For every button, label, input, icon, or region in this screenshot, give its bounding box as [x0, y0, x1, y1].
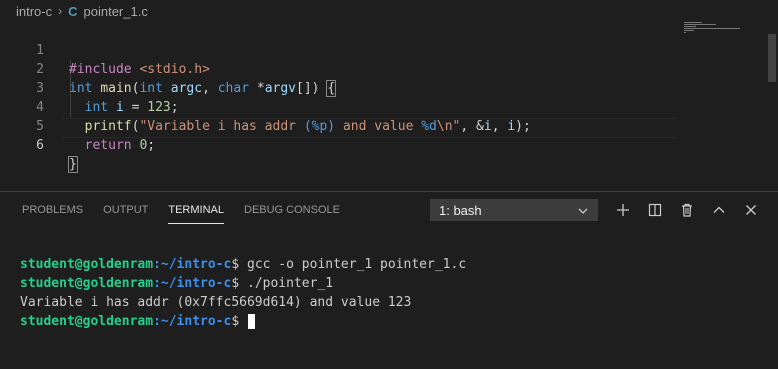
- code-line-3[interactable]: 3 int i = 123;: [0, 60, 178, 115]
- code-text: int i = 123;: [84, 100, 179, 115]
- code-line-1[interactable]: 1 #include <stdio.h>: [0, 22, 210, 77]
- terminal-output[interactable]: student@goldenram:~/intro-c$ gcc -o poin…: [20, 236, 466, 369]
- code-text: int main(int argc, char *argv[]) {: [69, 80, 337, 97]
- code-text: return 0;: [84, 138, 156, 153]
- panel-tabs: PROBLEMS OUTPUT TERMINAL DEBUG CONSOLE: [0, 192, 350, 228]
- terminal-select-value: 1: bash: [439, 203, 482, 218]
- terminal-line: student@goldenram:~/intro-c$: [20, 312, 466, 331]
- breadcrumb-file[interactable]: pointer_1.c: [84, 4, 148, 19]
- chevron-up-icon[interactable]: [708, 199, 730, 221]
- c-file-icon: C: [68, 3, 78, 19]
- bottom-panel: PROBLEMS OUTPUT TERMINAL DEBUG CONSOLE 1…: [0, 191, 778, 330]
- code-text: }: [68, 156, 78, 173]
- tab-output[interactable]: OUTPUT: [93, 192, 158, 228]
- terminal-line: Variable i has addr (0x7ffc5669d614) and…: [20, 293, 466, 312]
- chevron-right-icon: ›: [58, 4, 63, 18]
- prompt-dollar: $: [231, 276, 240, 291]
- split-icon[interactable]: [644, 199, 666, 221]
- prompt-path: :~/intro-c: [153, 314, 232, 329]
- code-line-4[interactable]: 4 printf("Variable i has addr (%p) and v…: [0, 79, 531, 134]
- prompt-path: :~/intro-c: [153, 276, 232, 291]
- terminal-command: gcc -o pointer_1 pointer_1.c: [239, 257, 467, 272]
- code-editor[interactable]: 1 #include <stdio.h> 2 int main(int argc…: [0, 22, 778, 190]
- terminal-cursor: [248, 314, 255, 329]
- prompt-user: student@goldenram: [20, 257, 154, 272]
- terminal-output-text: Variable i has addr (0x7ffc5669d614) and…: [20, 295, 412, 310]
- line-number: 6: [36, 138, 44, 153]
- minimap[interactable]: [684, 22, 764, 36]
- prompt-user: student@goldenram: [20, 314, 154, 329]
- prompt-dollar: $: [231, 314, 240, 329]
- code-text: #include <stdio.h>: [69, 62, 210, 77]
- prompt-user: student@goldenram: [20, 276, 154, 291]
- code-line-5[interactable]: 5 return 0;: [0, 98, 155, 153]
- close-icon[interactable]: [740, 199, 762, 221]
- plus-icon[interactable]: [612, 199, 634, 221]
- trash-icon[interactable]: [676, 199, 698, 221]
- terminal-command: ./pointer_1: [239, 276, 334, 291]
- code-line-2[interactable]: 2 int main(int argc, char *argv[]) {: [0, 41, 337, 97]
- prompt-dollar: $: [231, 257, 240, 272]
- code-line-6[interactable]: 6 }: [0, 117, 78, 173]
- chevron-down-icon: [577, 200, 589, 230]
- terminal-command: [239, 314, 247, 329]
- prompt-path: :~/intro-c: [153, 257, 232, 272]
- tab-terminal[interactable]: TERMINAL: [158, 192, 234, 228]
- code-text: printf("Variable i has addr (%p) and val…: [84, 119, 531, 134]
- tab-debug-console[interactable]: DEBUG CONSOLE: [234, 192, 350, 228]
- breadcrumb-folder[interactable]: intro-c: [16, 4, 52, 19]
- editor-scrollbar[interactable]: [768, 34, 776, 82]
- tab-problems[interactable]: PROBLEMS: [0, 192, 93, 228]
- terminal-select[interactable]: 1: bash: [430, 199, 598, 221]
- terminal-line: student@goldenram:~/intro-c$ gcc -o poin…: [20, 255, 466, 274]
- terminal-line: student@goldenram:~/intro-c$ ./pointer_1: [20, 274, 466, 293]
- breadcrumb: intro-c › C pointer_1.c: [0, 0, 778, 22]
